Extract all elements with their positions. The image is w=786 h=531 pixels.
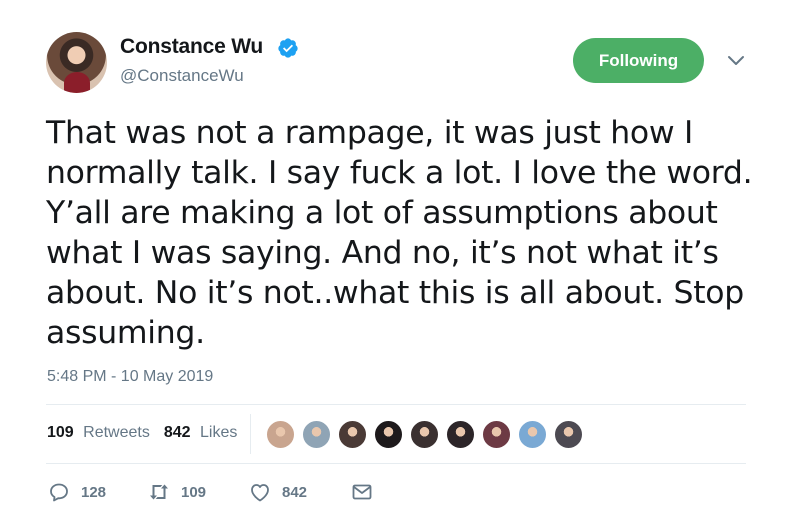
liker-avatar[interactable]	[553, 419, 584, 450]
likes-stat[interactable]: 842 Likes	[164, 424, 238, 442]
stats-separator	[250, 414, 251, 454]
tweet-card: Constance Wu @ConstanceWu Following That…	[0, 0, 786, 531]
liker-avatar[interactable]	[481, 419, 512, 450]
retweets-stat[interactable]: 109 Retweets	[47, 424, 150, 442]
tweet-text-line: That was not a rampage, it was just how …	[46, 115, 694, 151]
envelope-icon	[352, 484, 372, 500]
verified-badge-icon	[278, 38, 298, 58]
tweet-text-line: about. No it’s not..what this is all abo…	[46, 275, 744, 311]
direct-message-action[interactable]	[350, 480, 374, 504]
reply-icon	[50, 483, 68, 502]
likes-label: Likes	[200, 424, 238, 441]
tweet-text-line: Y’all are making a lot of assumptions ab…	[46, 195, 718, 231]
display-name[interactable]: Constance Wu	[120, 35, 263, 59]
retweets-count: 109	[47, 424, 74, 441]
like-action[interactable]: 842	[248, 480, 307, 504]
like-count: 842	[282, 483, 308, 501]
divider	[46, 463, 746, 464]
liker-avatar[interactable]	[337, 419, 368, 450]
heart-icon	[251, 484, 269, 502]
reply-count: 128	[81, 483, 107, 501]
liker-avatar[interactable]	[445, 419, 476, 450]
following-button[interactable]: Following	[573, 38, 704, 83]
tweet-text-line: what I was saying. And no, it’s not what…	[46, 235, 719, 271]
liker-avatar[interactable]	[301, 419, 332, 450]
retweet-count: 109	[181, 483, 207, 501]
reply-action[interactable]: 128	[47, 480, 106, 504]
retweets-label: Retweets	[83, 424, 150, 441]
chevron-down-icon[interactable]	[727, 54, 745, 68]
avatar[interactable]	[46, 32, 107, 93]
user-handle[interactable]: @ConstanceWu	[120, 66, 244, 86]
liker-avatar[interactable]	[373, 419, 404, 450]
divider	[46, 404, 746, 405]
tweet-text-line: assuming.	[46, 315, 205, 351]
likes-count: 842	[163, 424, 191, 441]
tweet-text: That was not a rampage, it was just how …	[46, 113, 766, 353]
liker-avatar[interactable]	[517, 419, 548, 450]
tweet-timestamp[interactable]: 5:48 PM - 10 May 2019	[47, 368, 213, 386]
retweet-icon	[150, 484, 168, 500]
tweet-stats: 109 Retweets 842 Likes	[47, 424, 237, 442]
tweet-text-line: normally talk. I say fuck a lot. I love …	[46, 155, 753, 191]
liker-avatar[interactable]	[409, 419, 440, 450]
liker-avatar[interactable]	[265, 419, 296, 450]
retweet-action[interactable]: 109	[147, 480, 206, 504]
